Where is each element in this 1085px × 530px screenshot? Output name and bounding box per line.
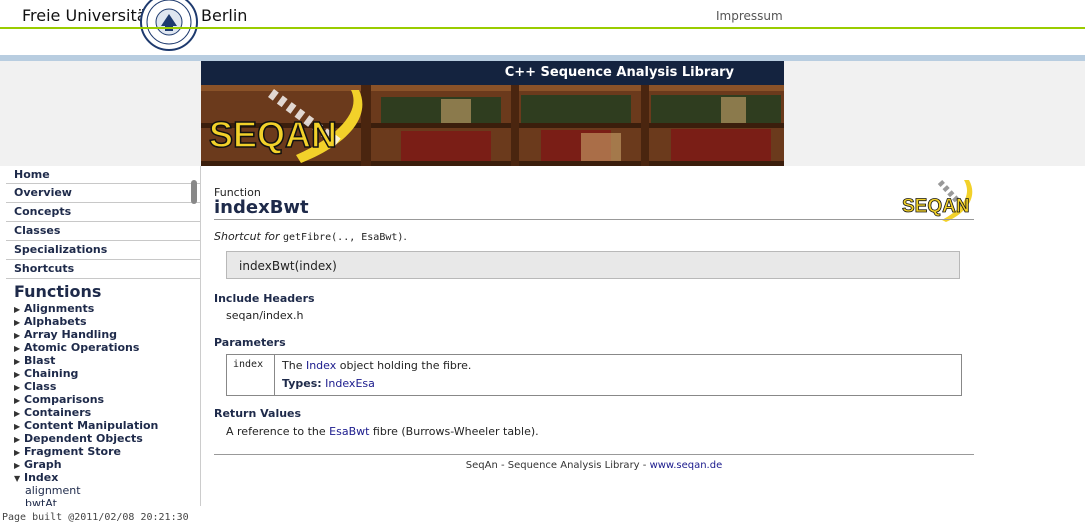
footer-divider [214, 454, 974, 455]
shortcut-prefix: Shortcut for [214, 230, 280, 243]
include-headers-heading: Include Headers [214, 292, 315, 305]
university-seal-icon [140, 0, 198, 51]
page-title: indexBwt [214, 197, 309, 218]
indexesa-link[interactable]: IndexEsa [325, 377, 375, 390]
function-group-blast[interactable]: ▶ Blast [6, 354, 200, 367]
index-link[interactable]: Index [306, 359, 336, 372]
function-group-label: Graph [24, 458, 62, 471]
function-group-alignments[interactable]: ▶ Alignments [6, 302, 200, 315]
university-header: Freie Universität Berlin Impressum [0, 0, 1085, 51]
function-group-chaining[interactable]: ▶ Chaining [6, 367, 200, 380]
shortcut-code: getFibre(.., EsaBwt) [282, 232, 404, 243]
sidebar-divider [200, 166, 201, 506]
return-value-text: A reference to the EsaBwt fibre (Burrows… [226, 425, 539, 438]
return-values-heading: Return Values [214, 407, 302, 420]
function-group-label: Chaining [24, 367, 79, 380]
nav-shortcuts[interactable]: Shortcuts [6, 260, 200, 279]
header-divider [0, 27, 1085, 29]
function-group-label: Fragment Store [24, 445, 121, 458]
function-group-class[interactable]: ▶ Class [6, 380, 200, 393]
function-group-label: Class [24, 380, 57, 393]
esabwt-link[interactable]: EsaBwt [329, 425, 369, 438]
parameter-name: index [227, 355, 275, 395]
types-label: Types: [282, 377, 322, 390]
function-group-comparisons[interactable]: ▶ Comparisons [6, 393, 200, 406]
parameter-types: Types: IndexEsa [282, 377, 375, 390]
banner-title-bar: C++ Sequence Analysis Library [201, 61, 784, 85]
param-desc-text: object holding the fibre. [339, 359, 472, 372]
function-group-label: Dependent Objects [24, 432, 143, 445]
function-group-content-manipulation[interactable]: ▶ Content Manipulation [6, 419, 200, 432]
function-group-label: Array Handling [24, 328, 118, 341]
nav-home[interactable]: Home [6, 166, 200, 184]
function-group-index[interactable]: ▼ Index [6, 471, 200, 484]
function-group-array-handling[interactable]: ▶ Array Handling [6, 328, 200, 341]
page-footer: SeqAn - Sequence Analysis Library - www.… [214, 460, 974, 471]
shortcut-end: . [403, 230, 407, 243]
function-group-label: Comparisons [24, 393, 105, 406]
functions-heading[interactable]: Functions [6, 282, 200, 302]
signature-box: indexBwt(index) [226, 251, 960, 279]
function-link-bwtat[interactable]: bwtAt [6, 497, 200, 506]
return-text: fibre (Burrows-Wheeler table). [372, 425, 539, 438]
small-logo-text: SEQAN [902, 196, 970, 217]
banner-logo-text: SEQAN [209, 114, 337, 155]
university-city: Berlin [201, 6, 248, 25]
banner-title: C++ Sequence Analysis Library [504, 65, 734, 80]
function-group-containers[interactable]: ▶ Containers [6, 406, 200, 419]
nav-specializations[interactable]: Specializations [6, 241, 200, 260]
function-group-label: Content Manipulation [24, 419, 159, 432]
function-group-label: Alphabets [24, 315, 87, 328]
function-group-alphabets[interactable]: ▶ Alphabets [6, 315, 200, 328]
function-group-label: Containers [24, 406, 92, 419]
sidebar-scrollbar-thumb[interactable] [191, 180, 197, 204]
function-group-label: Alignments [24, 302, 95, 315]
function-group-atomic-operations[interactable]: ▶ Atomic Operations [6, 341, 200, 354]
seqan-logo-icon: SEQAN [902, 179, 973, 222]
sidebar: Home Overview Concepts Classes Specializ… [6, 166, 200, 506]
parameters-heading: Parameters [214, 336, 286, 349]
function-group-graph[interactable]: ▶ Graph [6, 458, 200, 471]
university-name: Freie Universität [22, 6, 153, 25]
nav-classes[interactable]: Classes [6, 222, 200, 241]
shortcut-line: Shortcut for getFibre(.., EsaBwt). [214, 230, 407, 243]
function-group-label: Atomic Operations [24, 341, 140, 354]
seqan-banner: C++ Sequence Analysis Library SEQAN [201, 61, 784, 166]
footer-text: SeqAn - Sequence Analysis Library - [465, 460, 647, 471]
nav-concepts[interactable]: Concepts [6, 203, 200, 222]
function-group-fragment-store[interactable]: ▶ Fragment Store [6, 445, 200, 458]
function-group-label: Blast [24, 354, 56, 367]
parameters-table: index The Index object holding the fibre… [226, 354, 962, 396]
bookshelf-image: SEQAN [201, 85, 784, 166]
function-group-dependent-objects[interactable]: ▶ Dependent Objects [6, 432, 200, 445]
title-divider [214, 219, 974, 220]
seqan-website-link[interactable]: www.seqan.de [650, 460, 723, 471]
function-link-alignment[interactable]: alignment [6, 484, 200, 497]
param-desc-text: The [282, 359, 303, 372]
parameter-description: The Index object holding the fibre. [282, 359, 471, 372]
nav-overview[interactable]: Overview [6, 184, 200, 203]
impressum-link[interactable]: Impressum [716, 9, 783, 23]
expanded-triangle-icon[interactable]: ▼ [14, 472, 24, 485]
return-text: A reference to the [226, 425, 326, 438]
include-header-value: seqan/index.h [226, 309, 304, 322]
function-group-label: Index [24, 471, 59, 484]
build-status: Page built @2011/02/08 20:21:30 [2, 512, 189, 523]
